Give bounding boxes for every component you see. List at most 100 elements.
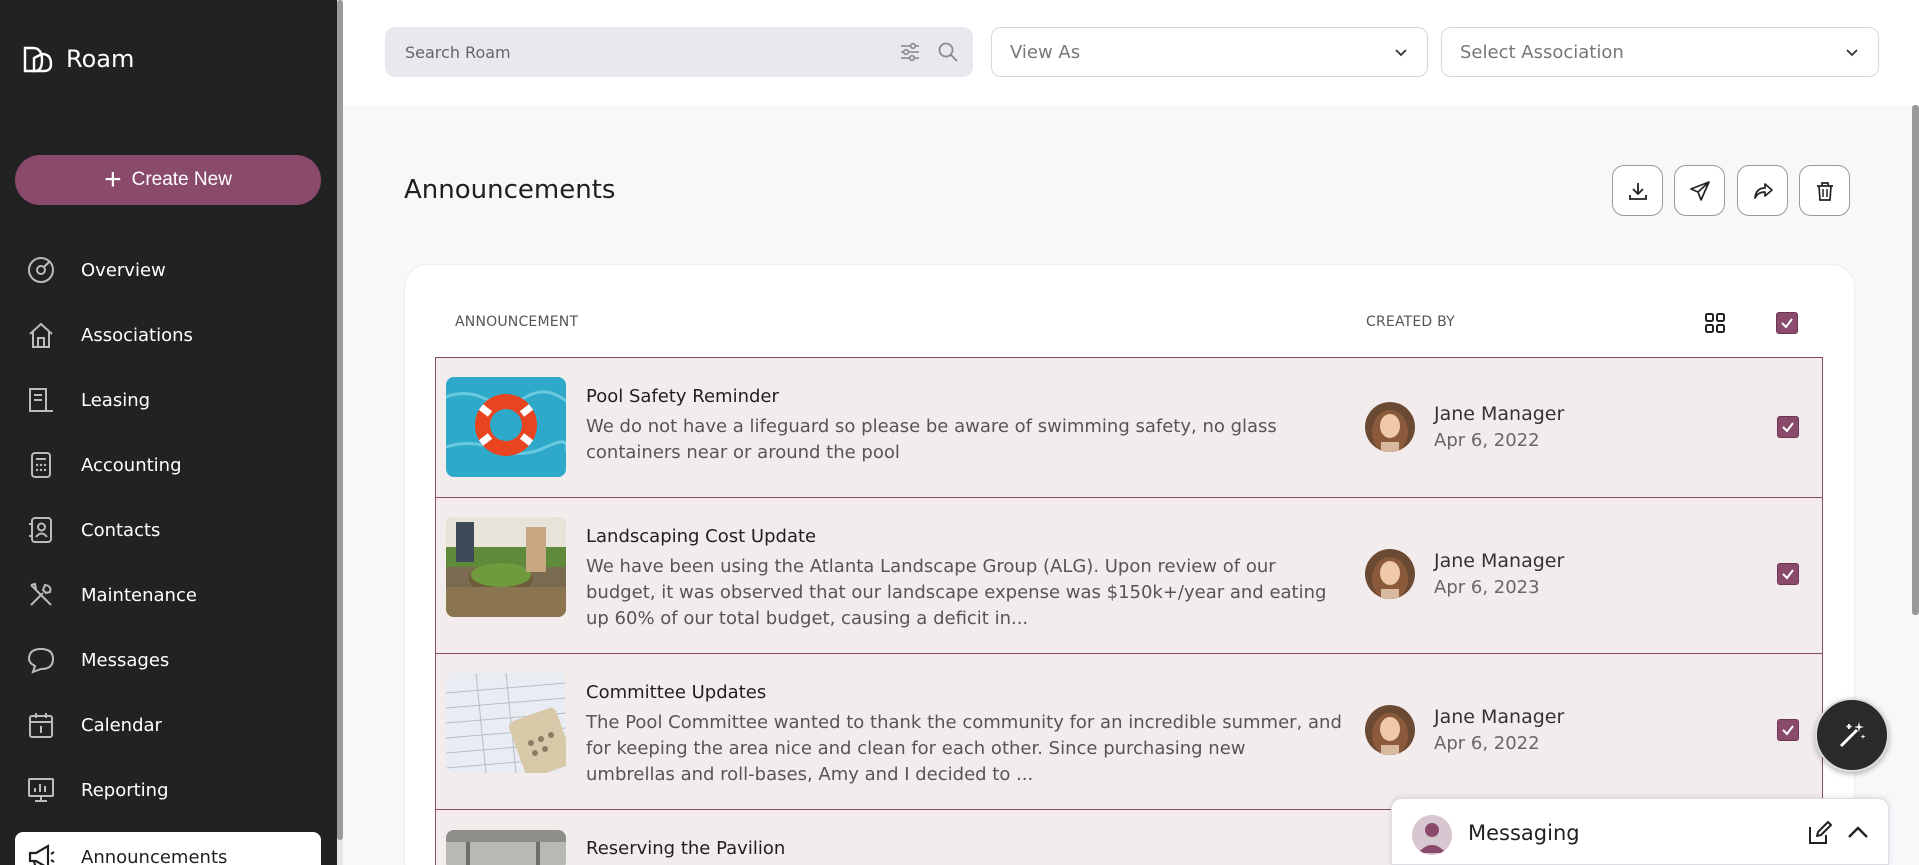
description-line: We have been using the Atlanta Landscape… <box>586 556 1276 577</box>
calculator-icon <box>23 447 59 483</box>
check-icon <box>1782 569 1794 580</box>
avatar <box>1365 402 1415 452</box>
created-date: Apr 6, 2022 <box>1434 430 1540 451</box>
description-line: umbrellas and roll-bases, Amy and I deci… <box>586 764 1034 785</box>
share-button[interactable] <box>1737 165 1788 216</box>
author-name: Jane Manager <box>1434 403 1565 425</box>
pavilion-image <box>446 830 566 865</box>
announcement-description: We have been using the Atlanta Landscape… <box>586 554 1356 632</box>
sidebar-item-label: Associations <box>81 324 193 346</box>
check-icon <box>1781 318 1793 329</box>
main-scrollbar[interactable] <box>1912 105 1919 615</box>
announcement-description: We do not have a lifeguard so please be … <box>586 414 1356 466</box>
table-row[interactable]: Committee Updates The Pool Committee wan… <box>435 653 1823 810</box>
sidebar-item-label: Contacts <box>81 519 161 541</box>
search-icon[interactable] <box>935 39 961 65</box>
sidebar-item-reporting[interactable]: Reporting <box>15 765 321 815</box>
sidebar-item-label: Accounting <box>81 454 182 476</box>
view-as-select[interactable]: View As <box>991 27 1428 77</box>
sidebar-item-associations[interactable]: Associations <box>15 310 321 360</box>
sidebar-item-maintenance[interactable]: Maintenance <box>15 570 321 620</box>
messaging-title: Messaging <box>1468 821 1580 845</box>
check-icon <box>1782 422 1794 433</box>
chat-icon <box>23 642 59 678</box>
app-name: Roam <box>66 45 135 73</box>
select-association-select[interactable]: Select Association <box>1441 27 1879 77</box>
announcement-title[interactable]: Reserving the Pavilion <box>586 838 785 859</box>
select-all-checkbox[interactable] <box>1776 312 1798 334</box>
download-button[interactable] <box>1612 165 1663 216</box>
sidebar-scrollbar[interactable] <box>337 0 343 840</box>
pool-lifebuoy-image <box>446 377 566 477</box>
table-row[interactable]: Pool Safety Reminder We do not have a li… <box>435 357 1823 498</box>
magic-wand-button[interactable] <box>1815 698 1889 772</box>
sidebar-item-contacts[interactable]: Contacts <box>15 505 321 555</box>
sidebar-item-label: Reporting <box>81 779 169 801</box>
chevron-down-icon <box>1846 49 1858 57</box>
sidebar-item-leasing[interactable]: Leasing <box>15 375 321 425</box>
contacts-icon <box>23 512 59 548</box>
avatar <box>1365 549 1415 599</box>
avatar <box>1365 705 1415 755</box>
home-icon <box>23 317 59 353</box>
column-header-created-by: CREATED BY <box>1366 314 1455 330</box>
table-row[interactable]: Landscaping Cost Update We have been usi… <box>435 497 1823 654</box>
row-checkbox[interactable] <box>1777 563 1799 585</box>
sidebar-item-label: Maintenance <box>81 584 197 606</box>
send-button[interactable] <box>1674 165 1725 216</box>
sidebar-item-label: Announcements <box>81 846 228 865</box>
created-date: Apr 6, 2023 <box>1434 577 1540 598</box>
delete-button[interactable] <box>1799 165 1850 216</box>
description-line: We do not have a lifeguard so please be … <box>586 416 1277 437</box>
search-bar[interactable] <box>385 27 973 77</box>
sidebar-item-label: Calendar <box>81 714 162 736</box>
author-name: Jane Manager <box>1434 706 1565 728</box>
description-line: containers near or around the pool <box>586 442 900 463</box>
grid-view-icon[interactable] <box>1703 311 1727 335</box>
sidebar-item-calendar[interactable]: Calendar <box>15 700 321 750</box>
announcement-title[interactable]: Landscaping Cost Update <box>586 526 816 547</box>
announcement-title[interactable]: Pool Safety Reminder <box>586 386 779 407</box>
chevron-up-icon[interactable] <box>1844 819 1872 847</box>
row-checkbox[interactable] <box>1777 416 1799 438</box>
monitor-chart-icon <box>23 772 59 808</box>
share-forward-icon <box>1753 182 1773 199</box>
sidebar-item-messages[interactable]: Messages <box>15 635 321 685</box>
announcement-description: The Pool Committee wanted to thank the c… <box>586 710 1356 788</box>
tools-icon <box>23 577 59 613</box>
sidebar-item-label: Messages <box>81 649 170 671</box>
sidebar-item-label: Overview <box>81 259 166 281</box>
send-icon <box>1689 180 1710 201</box>
column-header-announcement: ANNOUNCEMENT <box>455 314 579 330</box>
sidebar-item-accounting[interactable]: Accounting <box>15 440 321 490</box>
logo[interactable]: Roam <box>22 44 134 74</box>
megaphone-icon <box>23 839 59 865</box>
page-title: Announcements <box>404 175 616 205</box>
search-input[interactable] <box>405 42 897 62</box>
created-date: Apr 6, 2022 <box>1434 733 1540 754</box>
calculator-spreadsheet-image <box>446 673 566 773</box>
description-line: budget, it was observed that our landsca… <box>586 582 1327 603</box>
chevron-down-icon <box>1395 49 1407 57</box>
sidebar-item-announcements[interactable]: Announcements <box>15 832 321 865</box>
trash-icon <box>1816 181 1833 201</box>
select-association-value: Select Association <box>1460 41 1624 63</box>
sidebar: Roam + Create New Overview Associations … <box>0 0 337 865</box>
row-checkbox[interactable] <box>1777 719 1799 741</box>
compose-edit-icon[interactable] <box>1806 819 1834 847</box>
lease-icon <box>23 382 59 418</box>
landscaping-sod-image <box>446 517 566 617</box>
announcement-title[interactable]: Committee Updates <box>586 682 766 703</box>
create-new-label: Create New <box>131 169 232 190</box>
download-icon <box>1628 182 1647 200</box>
avatar <box>1412 815 1452 855</box>
messaging-panel[interactable]: Messaging <box>1391 798 1889 865</box>
check-icon <box>1782 725 1794 736</box>
author-name: Jane Manager <box>1434 550 1565 572</box>
filter-sliders-icon[interactable] <box>897 39 923 65</box>
roam-logo-icon <box>23 46 53 73</box>
calendar-icon <box>23 707 59 743</box>
sidebar-item-overview[interactable]: Overview <box>15 245 321 295</box>
create-new-button[interactable]: + Create New <box>15 155 321 205</box>
description-line: for keeping the area nice and clean for … <box>586 738 1246 759</box>
